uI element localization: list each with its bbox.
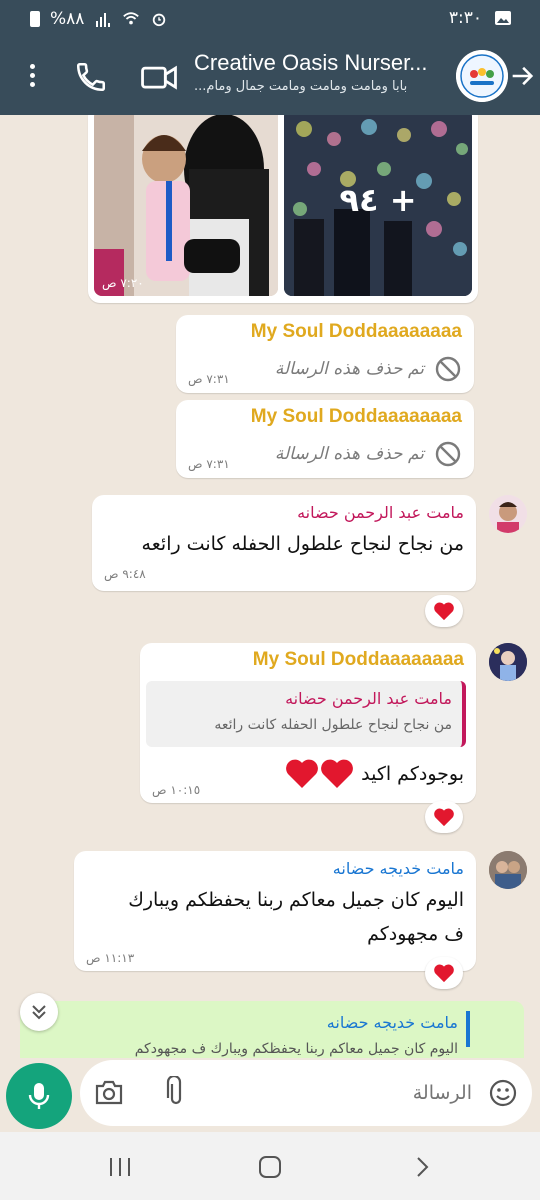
wifi-icon (123, 12, 140, 25)
chat-title: Creative Oasis Nurser... (194, 50, 428, 75)
group-logo-icon (456, 50, 508, 102)
reply-text: بوجودكم اكيد (361, 763, 464, 785)
blocked-icon (435, 441, 461, 467)
battery-icon (30, 11, 40, 27)
mic-button[interactable] (6, 1063, 72, 1129)
message-text: بوجودكم اكيد (285, 759, 464, 789)
message-time: ١٠:١٥ ص (152, 783, 201, 797)
reply-message[interactable]: My Soul Doddaaaaaaaa مامت عبد الرحمن حضا… (140, 643, 476, 803)
chat-subtitle: بابا ومامت ومامت ومامت جمال ومام... (194, 79, 408, 94)
phone-icon[interactable] (74, 60, 108, 94)
gallery-icon (495, 11, 511, 25)
quoted-message[interactable]: مامت عبد الرحمن حضانه من نجاح لنجاح علطو… (146, 681, 466, 747)
deleted-message[interactable]: My Soul Doddaaaaaaaa تم حذف هذه الرسالة … (176, 315, 474, 393)
message-sender: My Soul Doddaaaaaaaa (250, 406, 462, 427)
sender-avatar[interactable] (489, 851, 527, 889)
reaction-badge[interactable] (425, 595, 463, 627)
reply-preview-bar (466, 1011, 470, 1047)
message-time: ٧:٣١ ص (188, 457, 230, 471)
alarm-icon (153, 13, 166, 27)
more-photos-count: + ٩٤ (339, 181, 417, 219)
group-avatar[interactable] (456, 50, 508, 102)
chat-area[interactable]: ٧:٢٠ ص + ٩٤ My Soul Doddaaaaaaaa تم حذف … (0, 115, 540, 1058)
message-composer (80, 1060, 532, 1126)
message-time: ٩:٤٨ ص (104, 567, 146, 581)
message-time: ١١:١٣ ص (86, 951, 135, 965)
message-sender: My Soul Doddaaaaaaaa (252, 649, 464, 670)
deleted-notice: تم حذف هذه الرسالة (275, 355, 462, 383)
hearts-emoji-icon (286, 759, 354, 788)
media-time: ٧:٢٠ ص (102, 276, 144, 290)
heart-icon (434, 602, 454, 621)
text-message[interactable]: مامت عبد الرحمن حضانه من نجاح لنجاح علطو… (92, 495, 476, 591)
message-input[interactable] (410, 1078, 472, 1108)
status-right: ٣:٣٠ (449, 8, 512, 28)
scroll-down-button[interactable] (20, 993, 58, 1031)
reply-preview[interactable]: مامت خديجه حضانه اليوم كان جميل معاكم رب… (20, 1001, 524, 1058)
photo-more[interactable]: + ٩٤ (284, 115, 472, 296)
message-text-line: اليوم كان جميل معاكم ربنا يحفظكم ويبارك (128, 889, 464, 911)
message-sender: My Soul Doddaaaaaaaa (250, 321, 462, 342)
message-text-line: ف مجهودكم (367, 923, 464, 945)
status-time: ٣:٣٠ (448, 8, 482, 28)
message-sender: مامت عبد الرحمن حضانه (297, 503, 464, 522)
chat-title-block[interactable]: Creative Oasis Nurser... بابا ومامت ومام… (194, 50, 444, 94)
sender-avatar[interactable] (489, 643, 527, 681)
system-nav-bar (0, 1132, 540, 1200)
reply-preview-text: اليوم كان جميل معاكم ربنا يحفظكم ويبارك … (134, 1041, 458, 1057)
photo-child[interactable]: ٧:٢٠ ص (94, 115, 278, 296)
battery-percent: %٨٨ (50, 9, 85, 29)
recent-apps-icon[interactable] (106, 1156, 134, 1178)
quoted-sender: مامت عبد الرحمن حضانه (285, 689, 452, 708)
message-text: من نجاح لنجاح علطول الحفله كانت رائعه (141, 533, 464, 555)
reply-preview-sender: مامت خديجه حضانه (326, 1013, 458, 1032)
mic-icon (28, 1083, 50, 1109)
reaction-badge[interactable] (425, 801, 463, 833)
home-icon[interactable] (258, 1156, 282, 1178)
emoji-icon[interactable] (488, 1078, 518, 1108)
double-chevron-down-icon (32, 1005, 46, 1020)
deleted-text: تم حذف هذه الرسالة (274, 444, 424, 464)
nav-back-icon[interactable] (410, 1156, 434, 1178)
heart-icon (434, 964, 454, 983)
blocked-icon (435, 356, 461, 382)
reaction-badge[interactable] (425, 957, 463, 989)
status-left: %٨٨ (30, 9, 168, 29)
deleted-message[interactable]: My Soul Doddaaaaaaaa تم حذف هذه الرسالة … (176, 400, 474, 478)
status-bar: %٨٨ ٣:٣٠ (0, 0, 540, 38)
message-sender: مامت خديجه حضانه (332, 859, 464, 878)
deleted-text: تم حذف هذه الرسالة (274, 359, 424, 379)
back-arrow-icon[interactable] (508, 62, 536, 90)
video-icon[interactable] (140, 60, 178, 94)
attach-icon[interactable] (164, 1076, 188, 1108)
menu-icon[interactable] (22, 64, 42, 90)
heart-icon (434, 808, 454, 827)
signal-icon (96, 13, 111, 27)
deleted-notice: تم حذف هذه الرسالة (275, 440, 462, 468)
camera-icon[interactable] (94, 1078, 124, 1106)
chat-header: Creative Oasis Nurser... بابا ومامت ومام… (0, 38, 540, 115)
sender-avatar[interactable] (489, 495, 527, 533)
quoted-text: من نجاح لنجاح علطول الحفله كانت رائعه (214, 717, 452, 733)
text-message[interactable]: مامت خديجه حضانه اليوم كان جميل معاكم رب… (74, 851, 476, 971)
message-time: ٧:٣١ ص (188, 372, 230, 386)
media-message[interactable]: ٧:٢٠ ص + ٩٤ (88, 115, 478, 303)
